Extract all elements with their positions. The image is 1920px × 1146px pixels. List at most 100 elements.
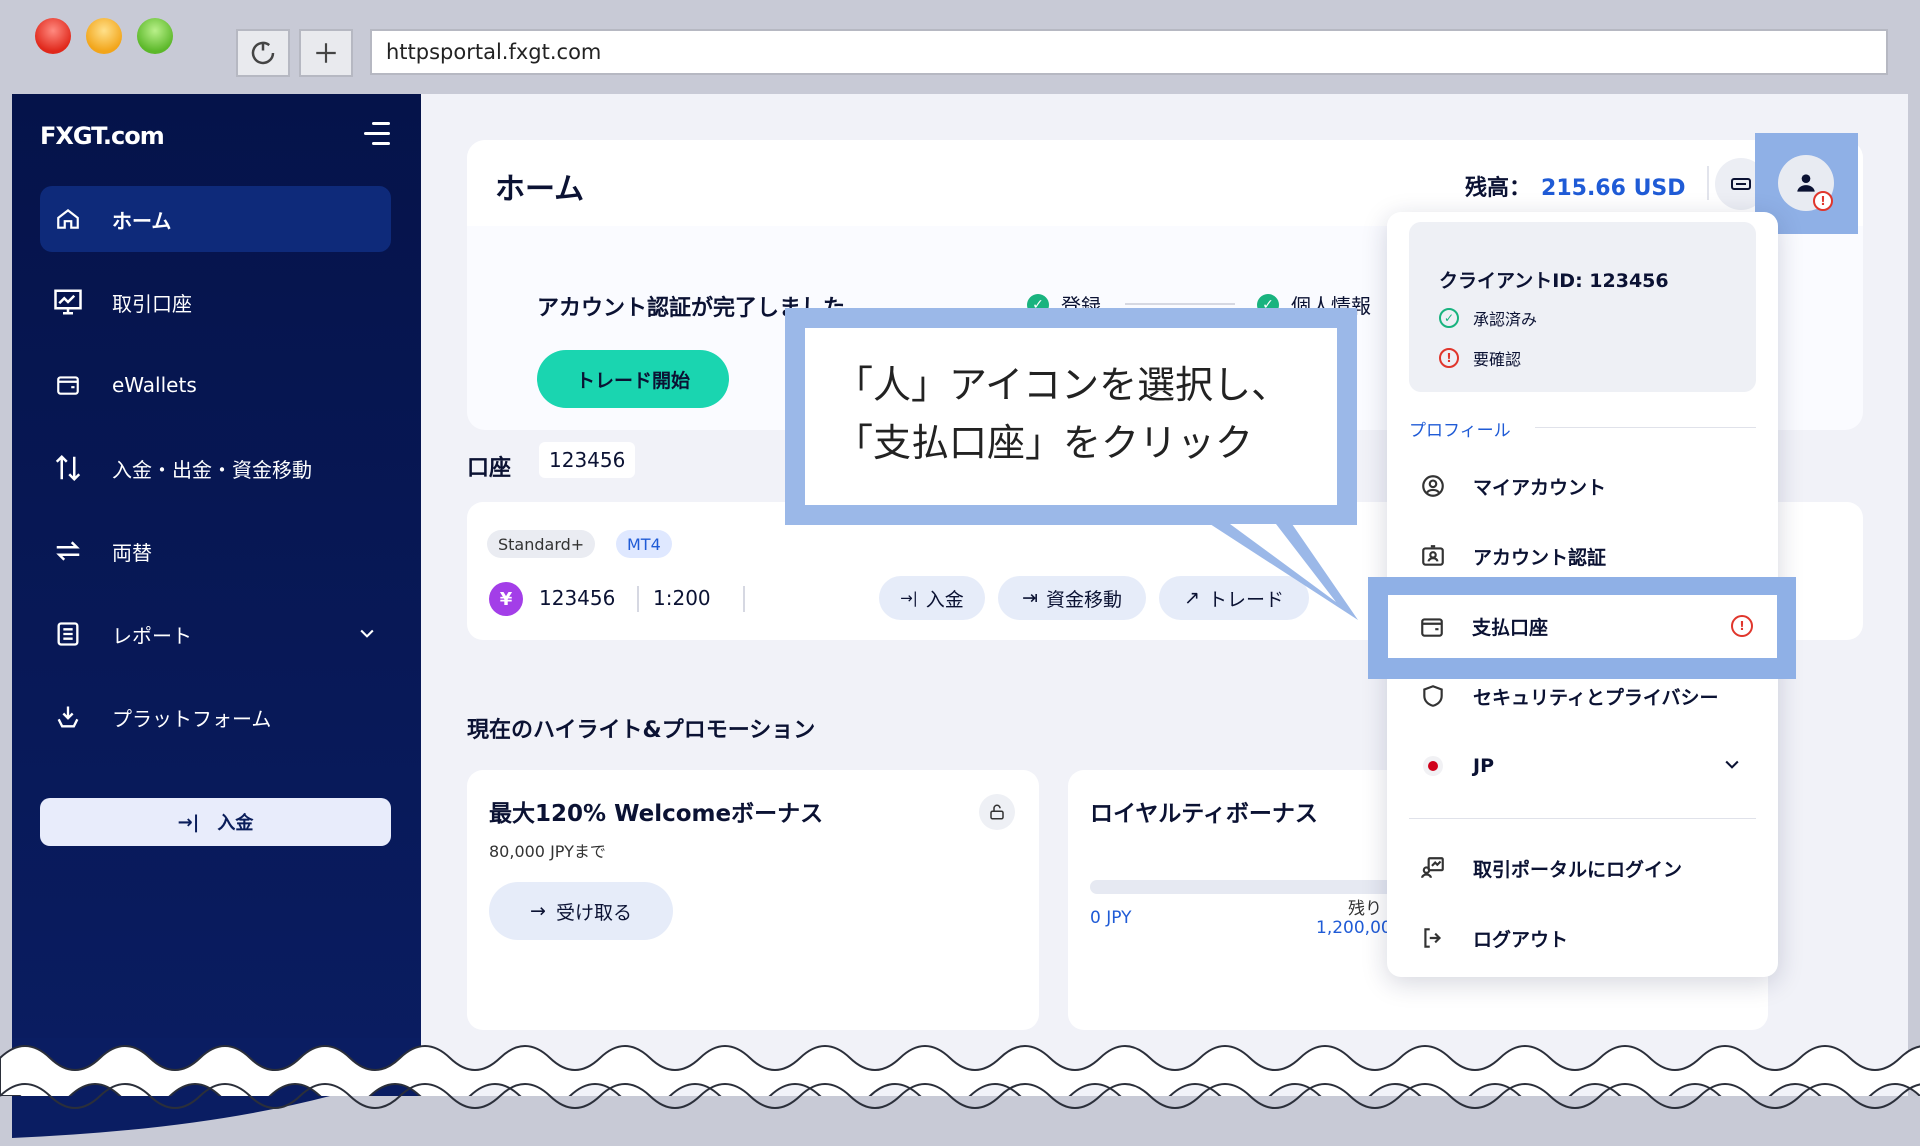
sidebar-item-label: 両替 xyxy=(112,540,152,565)
yen-currency-icon: ¥ xyxy=(489,582,523,616)
balance-label: 残高： xyxy=(1465,176,1532,201)
trend-up-icon: ↗ xyxy=(1184,587,1200,609)
account-deposit-button[interactable]: →| 入金 xyxy=(879,576,985,620)
platform-tag: MT4 xyxy=(616,530,672,558)
portal-login-icon xyxy=(1419,854,1447,882)
account-leverage: 1:200 xyxy=(637,586,711,612)
menu-label: 取引ポータルにログイン xyxy=(1473,858,1683,881)
deposit-arrow-icon: →| xyxy=(177,811,200,833)
id-card-icon xyxy=(1419,542,1447,570)
close-window-button[interactable] xyxy=(35,18,71,54)
menu-trading-portal-login[interactable]: 取引ポータルにログイン xyxy=(1409,840,1756,896)
maximize-window-button[interactable] xyxy=(137,18,173,54)
sidebar-item-label: ホーム xyxy=(112,208,172,233)
address-bar[interactable]: httpsportal.fxgt.com xyxy=(370,29,1888,75)
client-info-box: クライアントID: 123456 ✓ 承認済み ! 要確認 xyxy=(1409,222,1756,392)
platform-icon xyxy=(52,701,84,733)
reload-icon xyxy=(251,41,275,65)
sidebar-item-deposit-withdraw[interactable]: 入金・出金・資金移動 xyxy=(40,435,391,501)
menu-logout[interactable]: ログアウト xyxy=(1409,910,1756,966)
sidebar-item-home[interactable]: ホーム xyxy=(40,186,391,252)
chevron-down-icon xyxy=(357,623,377,648)
account-transfer-button[interactable]: ⇥ 資金移動 xyxy=(998,576,1146,620)
sidebar-item-label: プラットフォーム xyxy=(112,706,272,731)
user-circle-icon xyxy=(1419,472,1447,500)
callout-line-2: 「支払口座」をクリック xyxy=(835,421,1254,465)
step-connector xyxy=(1125,303,1235,305)
new-tab-button[interactable] xyxy=(299,29,353,77)
start-trading-button[interactable]: トレード開始 xyxy=(537,350,729,408)
promotions-title: 現在のハイライト&プロモーション xyxy=(467,718,816,743)
account-number: 123456 xyxy=(539,586,616,610)
unlock-icon xyxy=(979,794,1015,830)
client-id: クライアントID: 123456 xyxy=(1439,270,1669,292)
fxgt-logo[interactable]: FXGT.com xyxy=(40,122,165,150)
plus-icon xyxy=(316,43,336,63)
menu-account-verification[interactable]: アカウント認証 xyxy=(1409,528,1756,584)
exchange-icon xyxy=(52,535,84,567)
status-needs-review: ! 要確認 xyxy=(1439,346,1521,370)
menu-label: 支払口座 xyxy=(1472,617,1549,639)
button-label: 入金 xyxy=(925,588,964,611)
receive-bonus-button[interactable]: → 受け取る xyxy=(489,882,673,940)
profile-section-label: プロフィール xyxy=(1409,421,1511,441)
sidebar-item-label: 取引口座 xyxy=(112,291,192,316)
sidebar-item-trading-accounts[interactable]: 取引口座 xyxy=(40,269,391,335)
sidebar-item-label: レポート xyxy=(112,623,192,648)
report-icon xyxy=(52,618,84,650)
reload-button[interactable] xyxy=(236,29,290,77)
menu-label: ログアウト xyxy=(1473,928,1569,951)
menu-label: JP xyxy=(1473,755,1494,777)
balance-value: 215.66 USD xyxy=(1541,176,1686,201)
shield-icon xyxy=(1419,682,1447,710)
sidebar-item-exchange[interactable]: 両替 xyxy=(40,518,391,584)
alert-icon: ! xyxy=(1439,348,1459,368)
divider xyxy=(1707,166,1709,200)
deposit-arrow-icon: →| xyxy=(900,589,918,607)
menu-payment-account[interactable]: 支払口座 ! xyxy=(1388,595,1777,658)
transfer-arrow-icon: ⇥ xyxy=(1022,587,1038,609)
menu-language-select[interactable]: JP xyxy=(1409,738,1756,794)
accounts-label: 口座 xyxy=(467,456,512,481)
alert-icon: ! xyxy=(1731,615,1753,637)
account-selector[interactable]: 123456 xyxy=(539,442,636,478)
sidebar-deposit-label: 入金 xyxy=(217,813,254,834)
status-label: 承認済み xyxy=(1473,310,1538,329)
wallet-icon xyxy=(1418,613,1446,641)
status-approved: ✓ 承認済み xyxy=(1439,306,1537,330)
sidebar-item-platform[interactable]: プラットフォーム xyxy=(40,684,391,750)
ticket-icon xyxy=(1731,178,1751,190)
callout-pointer xyxy=(1210,524,1358,620)
person-icon xyxy=(1797,174,1815,192)
japan-flag-icon xyxy=(1419,752,1447,780)
page-title: ホーム xyxy=(495,172,585,207)
menu-label: アカウント認証 xyxy=(1473,546,1607,569)
sidebar-item-ewallets[interactable]: eWallets xyxy=(40,352,391,418)
divider xyxy=(1535,427,1756,428)
sidebar-item-label: eWallets xyxy=(112,373,197,397)
menu-label: マイアカウント xyxy=(1473,476,1607,499)
divider xyxy=(1409,818,1756,819)
arrow-right-icon: → xyxy=(530,900,546,922)
divider xyxy=(743,586,745,612)
check-circle-icon: ✓ xyxy=(1439,308,1459,328)
menu-my-account[interactable]: マイアカウント xyxy=(1409,458,1756,514)
promo-card-welcome: 最大120% Welcomeボーナス 80,000 JPYまで → 受け取る xyxy=(467,770,1039,1030)
promo-title: 最大120% Welcomeボーナス xyxy=(489,801,824,827)
browser-chrome: httpsportal.fxgt.com xyxy=(0,0,1920,94)
menu-toggle-icon[interactable] xyxy=(364,122,390,146)
sidebar-deposit-button[interactable]: →| 入金 xyxy=(40,798,391,846)
url-text: httpsportal.fxgt.com xyxy=(386,40,602,64)
sidebar-item-label: 入金・出金・資金移動 xyxy=(112,457,312,482)
minimize-window-button[interactable] xyxy=(86,18,122,54)
chart-monitor-icon xyxy=(52,286,84,318)
callout-text-box: 「人」アイコンを選択し、 「支払口座」をクリック xyxy=(805,328,1337,505)
torn-edge-decoration xyxy=(0,1038,1920,1146)
instruction-callout: 「人」アイコンを選択し、 「支払口座」をクリック xyxy=(785,308,1357,525)
alert-icon: ! xyxy=(1813,191,1833,211)
sidebar-item-reports[interactable]: レポート xyxy=(40,601,391,667)
button-label: 資金移動 xyxy=(1045,588,1122,611)
promo-subtitle: 80,000 JPYまで xyxy=(489,842,606,861)
callout-line-1: 「人」アイコンを選択し、 xyxy=(835,363,1290,407)
transfer-arrows-icon xyxy=(52,452,84,484)
